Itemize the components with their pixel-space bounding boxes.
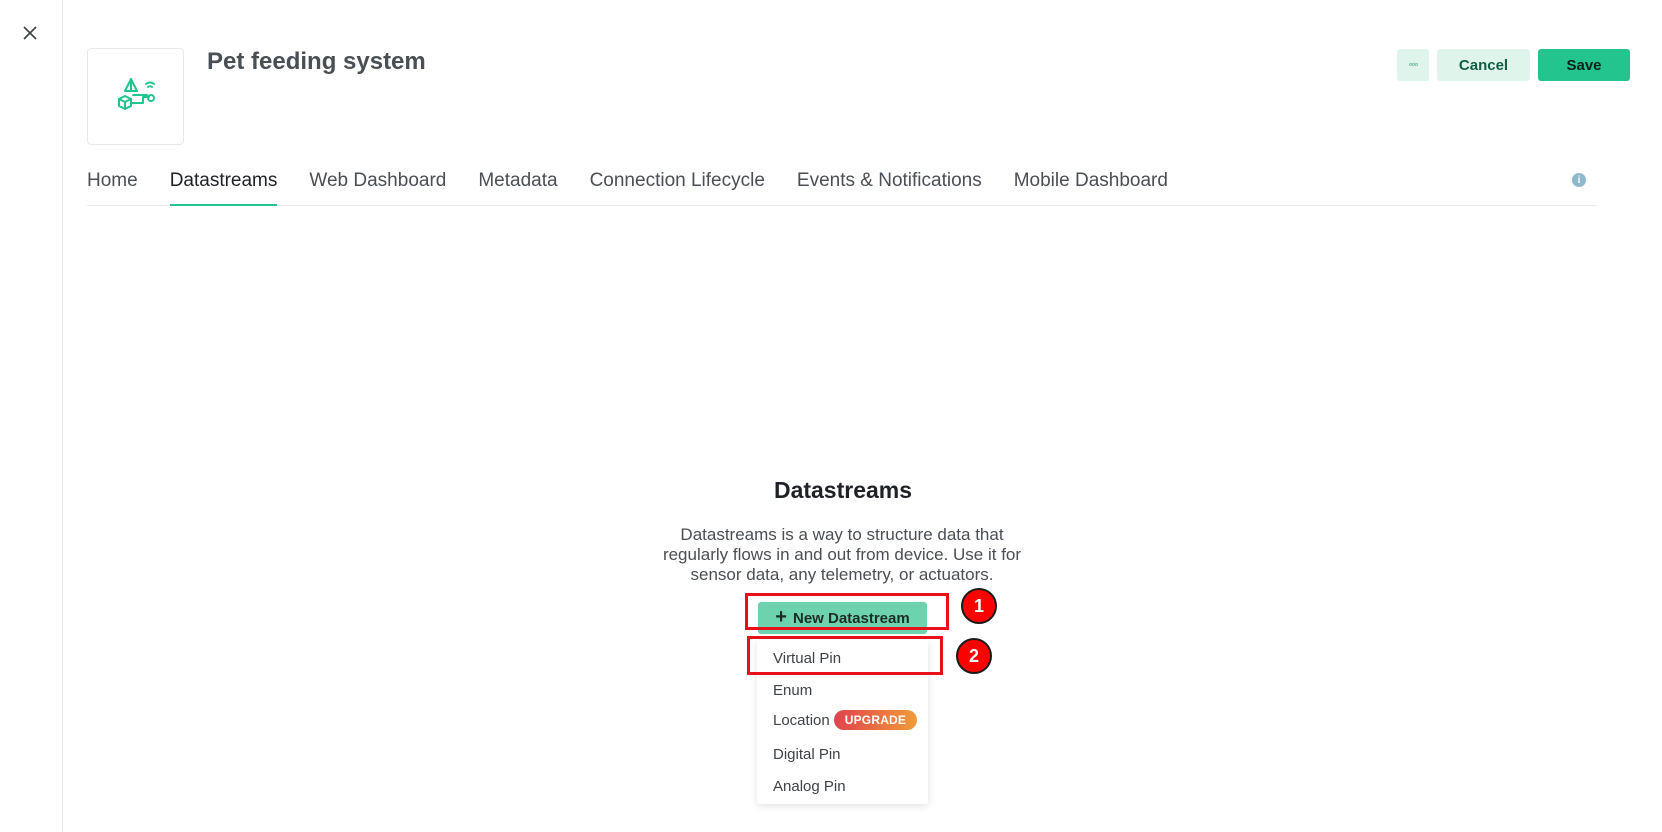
menu-item-label: Analog Pin [773,778,846,795]
menu-item-enum[interactable]: Enum [773,682,812,699]
cancel-button[interactable]: Cancel [1437,49,1530,81]
tab-mobile-dashboard[interactable]: Mobile Dashboard [1014,166,1168,205]
annotation-highlight-2 [747,636,943,675]
menu-item-label: Enum [773,682,813,699]
close-button[interactable] [19,22,41,44]
empty-state-title: Datastreams [773,477,913,503]
template-image[interactable] [87,48,184,145]
menu-item-location[interactable]: Location UPGRADE [773,710,918,730]
left-rail [0,0,63,832]
tab-metadata[interactable]: Metadata [478,166,557,205]
more-icon: ◦◦◦ [1408,59,1419,71]
info-icon[interactable]: i [1572,173,1586,187]
close-icon [23,26,37,40]
menu-item-label: Digital Pin [773,746,841,763]
empty-state-description: Datastreams is a way to structure data t… [662,525,1022,584]
annotation-highlight-1 [745,593,949,630]
annotation-marker-2: 2 [956,638,992,674]
menu-item-digital-pin[interactable]: Digital Pin [773,746,841,763]
save-button[interactable]: Save [1538,49,1630,81]
template-tabs: Home Datastreams Web Dashboard Metadata … [87,166,1597,206]
tab-events-notifications[interactable]: Events & Notifications [797,166,982,205]
tab-datastreams[interactable]: Datastreams [169,166,277,206]
page-title: Pet feeding system [207,48,426,75]
tab-web-dashboard[interactable]: Web Dashboard [309,166,446,205]
upgrade-badge[interactable]: UPGRADE [833,710,918,730]
menu-item-analog-pin[interactable]: Analog Pin [773,778,846,795]
annotation-marker-1: 1 [961,588,997,624]
tab-connection-lifecycle[interactable]: Connection Lifecycle [590,166,765,205]
more-options-button[interactable]: ◦◦◦ [1397,49,1429,81]
tab-home[interactable]: Home [87,166,138,205]
pet-feeder-template-icon [117,77,155,110]
product-template-page: Pet feeding system ◦◦◦ Cancel Save Home … [0,0,1662,832]
menu-item-label: Location [773,711,830,729]
